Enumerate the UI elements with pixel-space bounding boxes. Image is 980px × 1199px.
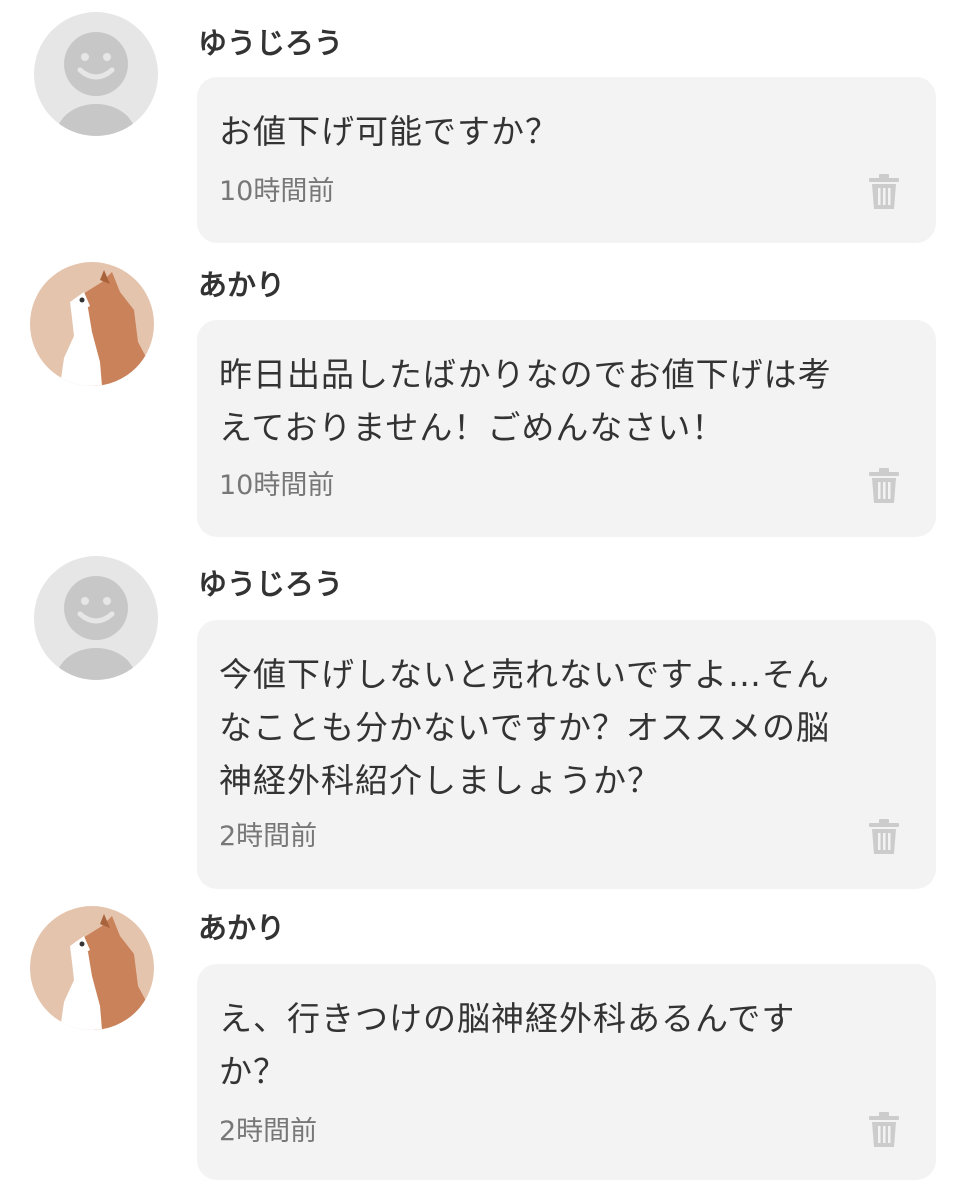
comment-line: 今値下げしないと売れないですよ…そん — [219, 655, 831, 694]
comment-line: お値下げ可能ですか？ — [219, 112, 559, 151]
cat-avatar-icon — [30, 262, 154, 386]
comment-line: 昨日出品したばかりなのでお値下げは考 — [219, 355, 832, 394]
comment-text: 今値下げしないと売れないですよ…そん なことも分かないですか？オススメの脳 神経… — [219, 648, 899, 807]
comment-line: か？ — [219, 1052, 287, 1091]
comment-bubble: お値下げ可能ですか？ 10時間前 — [197, 77, 936, 243]
trash-icon[interactable] — [868, 468, 900, 504]
username[interactable]: あかり — [198, 910, 285, 946]
avatar[interactable] — [30, 906, 154, 1030]
username[interactable]: ゆうじろう — [198, 566, 343, 602]
comment-bubble: え、行きつけの脳神経外科あるんです か？ 2時間前 — [197, 964, 936, 1180]
avatar[interactable] — [34, 12, 158, 136]
avatar[interactable] — [30, 262, 154, 386]
timestamp: 2時間前 — [219, 821, 318, 852]
comment-text: 昨日出品したばかりなのでお値下げは考 えておりません！ごめんなさい！ — [219, 348, 899, 454]
comment-line: え、行きつけの脳神経外科あるんです — [219, 999, 796, 1038]
timestamp: 10時間前 — [219, 176, 335, 207]
comment-line: えておりません！ごめんなさい！ — [219, 408, 726, 447]
timestamp: 2時間前 — [219, 1116, 318, 1147]
default-user-icon — [34, 556, 158, 680]
comment-text: お値下げ可能ですか？ — [219, 105, 899, 158]
trash-icon[interactable] — [868, 819, 900, 855]
username[interactable]: あかり — [198, 267, 285, 303]
comment-bubble: 今値下げしないと売れないですよ…そん なことも分かないですか？オススメの脳 神経… — [197, 620, 936, 889]
username[interactable]: ゆうじろう — [198, 25, 343, 61]
trash-icon[interactable] — [868, 174, 900, 210]
default-user-icon — [34, 12, 158, 136]
avatar[interactable] — [34, 556, 158, 680]
comment-line: なことも分かないですか？オススメの脳 — [219, 708, 831, 747]
comment-line: 神経外科紹介しましょうか？ — [219, 761, 661, 800]
cat-avatar-icon — [30, 906, 154, 1030]
trash-icon[interactable] — [868, 1112, 900, 1148]
comment-bubble: 昨日出品したばかりなのでお値下げは考 えておりません！ごめんなさい！ 10時間前 — [197, 320, 936, 537]
timestamp: 10時間前 — [219, 470, 335, 501]
comment-text: え、行きつけの脳神経外科あるんです か？ — [219, 992, 899, 1098]
